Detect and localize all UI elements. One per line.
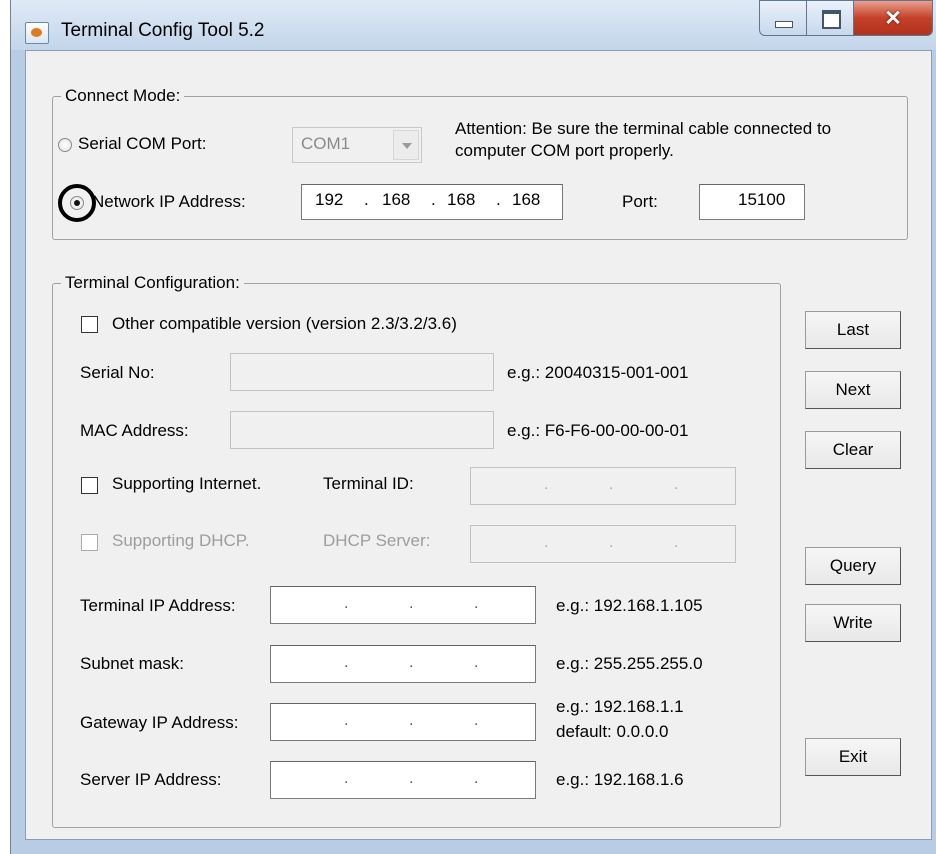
serial-no-label: Serial No: — [80, 363, 155, 382]
port-label: Port: — [622, 192, 658, 211]
title-bar[interactable]: Terminal Config Tool 5.2 ✕ — [11, 0, 936, 50]
dhcp-server-label: DHCP Server: — [323, 531, 431, 550]
maximize-button — [806, 0, 854, 36]
query-button[interactable]: Query — [805, 547, 901, 585]
supporting-internet-checkbox[interactable] — [81, 477, 98, 494]
ip-octet-2: 168 — [382, 190, 411, 209]
ip-dot: . — [496, 190, 501, 209]
supporting-internet-label[interactable]: Supporting Internet. — [112, 474, 261, 494]
com-port-value: COM1 — [301, 134, 351, 153]
port-value: 15100 — [738, 190, 786, 209]
ip-octet-1: 192 — [315, 190, 344, 209]
ip-octet-4: 168 — [512, 190, 541, 209]
serial-com-radio[interactable] — [58, 138, 72, 152]
minimize-button[interactable] — [759, 0, 807, 36]
subnet-mask-example: e.g.: 255.255.255.0 — [556, 654, 703, 673]
attention-text-line1: Attention: Be sure the terminal cable co… — [455, 119, 832, 138]
ip-octet-3: 168 — [447, 190, 476, 209]
supporting-dhcp-checkbox — [81, 534, 98, 551]
network-ip-label[interactable]: Network IP Address: — [92, 192, 246, 212]
close-button[interactable]: ✕ — [853, 0, 933, 36]
subnet-mask-input[interactable]: ... — [270, 645, 536, 683]
exit-button[interactable]: Exit — [805, 738, 901, 776]
attention-text-line2: computer COM port properly. — [455, 141, 674, 160]
terminal-ip-label: Terminal IP Address: — [80, 596, 236, 615]
ip-dot: . — [431, 190, 436, 209]
com-port-select: COM1 — [292, 127, 422, 163]
serial-no-input — [230, 353, 494, 391]
ip-dot: . — [364, 190, 369, 209]
gateway-ip-default: default: 0.0.0.0 — [556, 722, 669, 741]
next-button[interactable]: Next — [805, 371, 901, 409]
window-title: Terminal Config Tool 5.2 — [61, 20, 265, 41]
dhcp-server-input: ... — [470, 525, 736, 563]
mac-address-input — [230, 411, 494, 449]
close-icon: ✕ — [884, 7, 902, 30]
connect-mode-label: Connect Mode: — [61, 86, 185, 106]
terminal-configuration-label: Terminal Configuration: — [61, 273, 244, 293]
gateway-ip-label: Gateway IP Address: — [80, 713, 239, 732]
mac-address-example: e.g.: F6-F6-00-00-00-01 — [507, 421, 689, 440]
supporting-dhcp-label: Supporting DHCP. — [112, 531, 250, 550]
gateway-ip-input[interactable]: ... — [270, 703, 536, 741]
other-version-label[interactable]: Other compatible version (version 2.3/3.… — [112, 314, 457, 334]
last-button[interactable]: Last — [805, 311, 901, 349]
chevron-down-icon — [393, 130, 419, 160]
serial-com-label[interactable]: Serial COM Port: — [78, 134, 206, 154]
subnet-mask-label: Subnet mask: — [80, 654, 184, 673]
gateway-ip-example: e.g.: 192.168.1.1 — [556, 697, 684, 716]
network-ip-input[interactable]: 192 . 168 . 168 . 168 — [301, 184, 563, 220]
server-ip-input[interactable]: ... — [270, 761, 536, 799]
clear-button[interactable]: Clear — [805, 431, 901, 469]
server-ip-label: Server IP Address: — [80, 770, 222, 789]
write-button[interactable]: Write — [805, 604, 901, 642]
highlight-circle-annotation — [58, 184, 96, 222]
mac-address-label: MAC Address: — [80, 421, 189, 440]
terminal-id-input: ... — [470, 467, 736, 505]
app-window: Terminal Config Tool 5.2 ✕ Connect Mode:… — [10, 0, 936, 854]
terminal-ip-input[interactable]: ... — [270, 586, 536, 624]
terminal-ip-example: e.g.: 192.168.1.105 — [556, 596, 703, 615]
app-icon[interactable] — [25, 22, 49, 44]
dialog-client-area: Connect Mode: Serial COM Port: COM1 Atte… — [25, 50, 932, 840]
port-input[interactable]: 15100 — [699, 184, 805, 220]
serial-no-example: e.g.: 20040315-001-001 — [507, 363, 689, 382]
server-ip-example: e.g.: 192.168.1.6 — [556, 770, 684, 789]
other-version-checkbox[interactable] — [81, 316, 98, 333]
terminal-id-label: Terminal ID: — [323, 474, 414, 493]
